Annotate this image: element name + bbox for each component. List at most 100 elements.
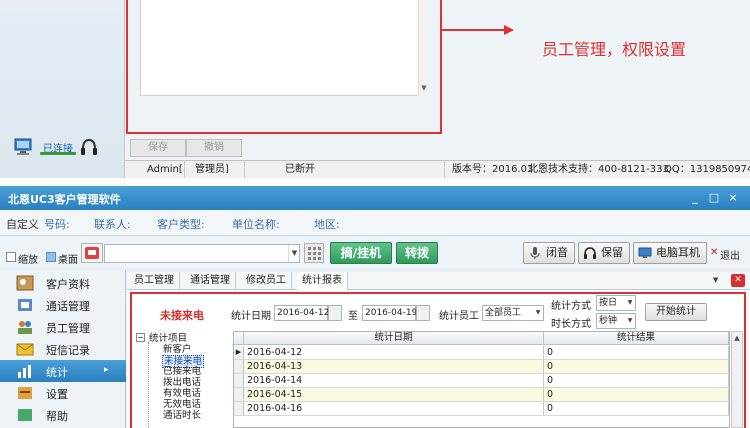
sms-icon bbox=[16, 343, 34, 356]
start-stats-button[interactable]: 开始统计 bbox=[645, 303, 707, 321]
pick-hang-button[interactable]: 摘/挂机 bbox=[330, 242, 392, 264]
stats-icon bbox=[18, 365, 31, 378]
table-header-indicator bbox=[234, 332, 244, 345]
tab-calls[interactable]: 通话管理 bbox=[185, 272, 236, 290]
info-company-label: 单位名称: bbox=[232, 218, 280, 231]
row-indicator bbox=[234, 374, 244, 387]
collapse-icon[interactable]: − bbox=[136, 333, 145, 342]
start-date-input[interactable]: 2016-04-12 bbox=[274, 305, 329, 321]
desktop-checkbox[interactable] bbox=[46, 252, 56, 262]
method-label: 统计方式 bbox=[551, 301, 591, 312]
pc-headset-label: 电脑耳机 bbox=[656, 246, 700, 259]
help-icon bbox=[18, 409, 32, 421]
start-date-calendar-button[interactable] bbox=[328, 305, 342, 321]
annotation-arrow-icon bbox=[504, 25, 514, 35]
end-date-calendar-button[interactable] bbox=[416, 305, 430, 321]
transfer-button[interactable]: 转拨 bbox=[396, 242, 438, 264]
exit-icon[interactable]: ✕ bbox=[710, 247, 718, 258]
shrink-checkbox[interactable] bbox=[6, 252, 16, 262]
sidebar-item-calls[interactable]: 通话管理 bbox=[0, 294, 126, 316]
status-role: 管理员] bbox=[195, 161, 245, 178]
sidebar-item-customers[interactable]: 客户资料 bbox=[0, 272, 126, 294]
date-label: 统计日期 bbox=[231, 311, 271, 322]
table-row[interactable]: 2016-04-13 0 bbox=[234, 360, 729, 374]
tree-item-valid-calls[interactable]: 有效电话 bbox=[163, 388, 201, 399]
tree-item-new-customer[interactable]: 新客户 bbox=[163, 344, 192, 355]
duration-select-value: 秒钟 bbox=[599, 316, 618, 326]
tree-item-outgoing-calls[interactable]: 拨出电话 bbox=[163, 377, 201, 388]
top-screenshot: ▼ 员工管理，权限设置 保存 撤销 已连接 Admin[ 管理员] 已断开 版本… bbox=[0, 0, 750, 178]
title-bar[interactable]: 北恩UC3客户管理软件 _ □ × bbox=[0, 186, 750, 210]
table-scrollbar[interactable] bbox=[731, 331, 743, 428]
status-support: 北恩技术支持：400-8121-333 bbox=[528, 164, 669, 175]
info-customer-type-label: 客户类型: bbox=[157, 218, 205, 231]
hold-button[interactable]: 保留 bbox=[578, 242, 630, 264]
app-title: 北恩UC3客户管理软件 bbox=[8, 193, 121, 206]
app-window: 北恩UC3客户管理软件 _ □ × 自定义 号码: 联系人: 客户类型: 单位名… bbox=[0, 186, 750, 428]
tab-stats-report[interactable]: 统计报表 bbox=[297, 272, 348, 290]
close-button[interactable]: × bbox=[724, 191, 742, 205]
call-icon bbox=[18, 299, 32, 311]
chevron-down-icon: ▼ bbox=[535, 309, 541, 316]
status-qq: QQ：1319850974 bbox=[664, 164, 750, 175]
caller-info-bar: 自定义 号码: 联系人: 客户类型: 单位名称: 地区: bbox=[0, 210, 750, 236]
to-label: 至 bbox=[348, 311, 358, 322]
tab-edit-staff[interactable]: 修改员工 bbox=[241, 272, 292, 290]
scroll-up-icon[interactable]: ▲ bbox=[731, 332, 743, 344]
column-header-date[interactable]: 统计日期 bbox=[244, 332, 544, 345]
cell-result: 0 bbox=[544, 402, 729, 415]
status-user: Admin[ bbox=[147, 161, 185, 178]
tab-bar: 员工管理 通话管理 修改员工 统计报表 bbox=[127, 272, 750, 290]
cell-date: 2016-04-16 bbox=[244, 402, 544, 415]
tree-item-invalid-calls[interactable]: 无效电话 bbox=[163, 399, 201, 410]
pc-icon bbox=[638, 247, 652, 258]
cell-result: 0 bbox=[544, 346, 729, 359]
phone-button[interactable] bbox=[81, 243, 103, 263]
custom-label[interactable]: 自定义 bbox=[6, 216, 39, 232]
info-contact-label: 联系人: bbox=[94, 218, 131, 231]
pc-headset-button[interactable]: 电脑耳机 bbox=[633, 242, 707, 264]
duration-label: 时长方式 bbox=[551, 319, 591, 330]
tree-item-call-duration[interactable]: 通话时长 bbox=[163, 410, 201, 421]
table-row[interactable]: 2016-04-15 0 bbox=[234, 388, 729, 402]
desktop-label: 桌面 bbox=[58, 255, 78, 266]
tree-root[interactable]: 统计项目 bbox=[149, 333, 187, 344]
method-select[interactable]: 按日 ▼ bbox=[596, 295, 636, 311]
sidebar-item-help[interactable]: 帮助 bbox=[0, 404, 126, 426]
tab-close-icon[interactable]: ✕ bbox=[731, 274, 745, 287]
mute-button[interactable]: 闭音 bbox=[523, 242, 575, 264]
table-row[interactable]: 2016-04-16 0 bbox=[234, 402, 729, 416]
column-header-result[interactable]: 统计结果 bbox=[544, 332, 729, 345]
sidebar-item-staff[interactable]: 员工管理 bbox=[0, 316, 126, 338]
exit-button[interactable]: 退出 bbox=[720, 247, 740, 262]
info-region-label: 地区: bbox=[314, 218, 340, 231]
duration-select[interactable]: 秒钟 ▼ bbox=[596, 313, 636, 329]
cell-result: 0 bbox=[544, 360, 729, 373]
sidebar-item-settings[interactable]: 设置 bbox=[0, 382, 126, 404]
tab-staff[interactable]: 员工管理 bbox=[129, 272, 180, 290]
staff-select[interactable]: 全部员工 ▼ bbox=[482, 305, 544, 321]
row-indicator bbox=[234, 388, 244, 401]
dialpad-button[interactable] bbox=[304, 243, 324, 263]
annotation-text: 员工管理，权限设置 bbox=[542, 40, 687, 59]
connection-line bbox=[40, 152, 76, 155]
minimize-button[interactable]: _ bbox=[686, 191, 704, 205]
mute-label: 闭音 bbox=[546, 246, 568, 259]
tree-item-answered-calls[interactable]: 已接来电 bbox=[163, 366, 201, 377]
sidebar-item-stats[interactable]: 统计 ▸ bbox=[0, 360, 126, 382]
cancel-button[interactable]: 撤销 bbox=[186, 139, 242, 157]
sidebar-item-sms[interactable]: 短信记录 bbox=[0, 338, 126, 360]
dialpad-icon bbox=[308, 247, 321, 260]
table-row[interactable]: 2016-04-14 0 bbox=[234, 374, 729, 388]
table-row[interactable]: ▶ 2016-04-12 0 bbox=[234, 346, 729, 360]
maximize-button[interactable]: □ bbox=[705, 191, 723, 205]
report-title: 未接来电 bbox=[160, 309, 204, 322]
phone-icon bbox=[85, 247, 99, 259]
tab-list-chevron-icon[interactable]: ▼ bbox=[713, 276, 718, 284]
save-button[interactable]: 保存 bbox=[130, 139, 186, 157]
cell-result: 0 bbox=[544, 388, 729, 401]
end-date-input[interactable]: 2016-04-19 bbox=[362, 305, 417, 321]
cell-date: 2016-04-14 bbox=[244, 374, 544, 387]
phone-number-input[interactable] bbox=[104, 244, 300, 263]
chevron-down-icon[interactable]: ▼ bbox=[288, 245, 300, 262]
